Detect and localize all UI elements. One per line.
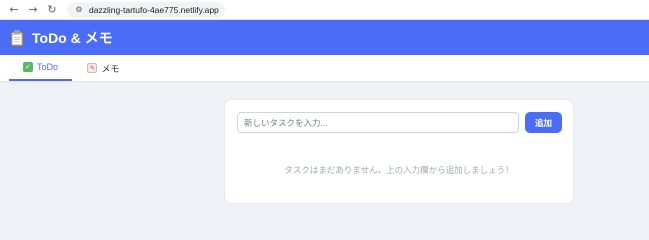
back-arrow-icon[interactable]: ← bbox=[6, 2, 22, 18]
check-box-icon: ✓ bbox=[22, 62, 33, 72]
tab-memo[interactable]: ✎ メモ bbox=[72, 55, 135, 81]
tab-memo-label: メモ bbox=[101, 63, 120, 74]
clipboard-icon bbox=[10, 29, 24, 46]
app-title: ToDo & メモ bbox=[32, 29, 113, 46]
url-text[interactable]: dazzling-tartufo-4ae775.netlify.app bbox=[89, 5, 219, 15]
reload-icon[interactable]: ↻ bbox=[44, 2, 60, 18]
tab-todo[interactable]: ✓ ToDo bbox=[9, 55, 72, 81]
memo-icon: ✎ bbox=[87, 63, 98, 73]
empty-state-message: タスクはまだありません。上の入力欄から追加しましょう！ bbox=[284, 165, 514, 175]
new-task-input[interactable] bbox=[237, 112, 519, 133]
tab-bar: ✓ ToDo ✎ メモ bbox=[0, 55, 649, 82]
app-header: ToDo & メモ bbox=[0, 20, 649, 55]
tab-todo-label: ToDo bbox=[36, 62, 58, 72]
add-task-row: 追加 bbox=[237, 112, 562, 133]
todo-card: 追加 タスクはまだありません。上の入力欄から追加しましょう！ bbox=[224, 99, 574, 204]
browser-toolbar: ← → ↻ ⚙ dazzling-tartufo-4ae775.netlify.… bbox=[0, 0, 649, 20]
address-bar[interactable]: ⚙ dazzling-tartufo-4ae775.netlify.app bbox=[67, 1, 225, 18]
forward-arrow-icon[interactable]: → bbox=[25, 2, 41, 18]
add-task-button[interactable]: 追加 bbox=[525, 112, 562, 133]
site-settings-icon[interactable]: ⚙ bbox=[73, 4, 85, 16]
